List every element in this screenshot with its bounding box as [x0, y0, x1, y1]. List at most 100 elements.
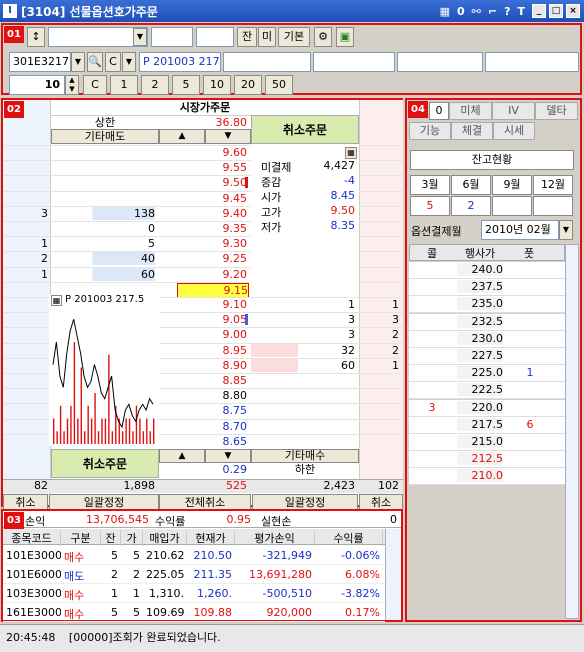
price-cell[interactable]: 9.00	[159, 328, 248, 341]
column-header[interactable]: 평가손익	[235, 530, 315, 546]
calendar-icon[interactable]: ▦	[345, 147, 357, 159]
positions-scrollbar[interactable]	[385, 529, 401, 620]
tab-0[interactable]: 0	[429, 102, 449, 120]
qty-button-5[interactable]: 5	[172, 75, 200, 95]
basic-button[interactable]: 기본	[278, 27, 310, 47]
option-row[interactable]: 237.5	[409, 279, 565, 297]
link-icon[interactable]: ⚯	[472, 5, 481, 18]
price-cell[interactable]: 8.85	[159, 374, 248, 387]
column-header[interactable]: 종목코드	[3, 530, 61, 546]
month-button[interactable]: 9월	[492, 175, 532, 195]
grid-icon[interactable]: ▦	[440, 5, 450, 18]
price-cell[interactable]: 9.55	[159, 161, 248, 174]
price-cell[interactable]: 8.80	[159, 389, 248, 402]
price-cell[interactable]: 9.40	[159, 207, 248, 220]
buy-qty-cell[interactable]: 60	[251, 358, 355, 372]
option-row[interactable]: 225.0 1	[409, 365, 565, 383]
price-cell[interactable]: 8.95	[159, 344, 248, 357]
tab-row2[interactable]: 체결	[451, 122, 493, 140]
bottom-down-button[interactable]: ▼	[205, 449, 251, 463]
sell-qty-cell[interactable]: 5	[51, 237, 155, 250]
tab-row1[interactable]: IV	[492, 102, 535, 120]
bracket-icon[interactable]: ⌐	[488, 5, 497, 18]
bottom-up-button[interactable]: ▲	[159, 449, 205, 463]
cancel-order-button[interactable]: 취소주문	[251, 115, 359, 144]
tab-row2[interactable]: 기능	[409, 122, 451, 140]
buy-qty-cell[interactable]: 1	[251, 298, 355, 311]
code-dropdown-icon[interactable]: ▼	[71, 52, 85, 72]
price-cell[interactable]: 9.10	[159, 298, 248, 311]
option-row[interactable]: 230.0	[409, 330, 565, 348]
price-cell[interactable]: 9.30	[159, 237, 248, 250]
option-row[interactable]: 235.0	[409, 296, 565, 314]
tab-row1[interactable]: 델타	[535, 102, 578, 120]
column-header[interactable]: 구분	[61, 530, 101, 546]
qty-button-10[interactable]: 10	[203, 75, 231, 95]
price-cell[interactable]: 9.05	[159, 313, 248, 326]
option-row[interactable]: 215.0	[409, 434, 565, 451]
column-header[interactable]: 가	[121, 530, 143, 546]
qty-button-1[interactable]: 1	[110, 75, 138, 95]
sell-qty-cell[interactable]: 138	[51, 206, 155, 220]
column-header[interactable]: 현재가	[187, 530, 235, 546]
quantity-stepper[interactable]: ▲ ▼	[65, 75, 79, 95]
scroll-up-button[interactable]: ▲	[159, 129, 205, 144]
cancel-order-button-bottom[interactable]: 취소주문	[51, 449, 159, 478]
option-row[interactable]: 3 220.0	[409, 399, 565, 417]
scroll-down-button[interactable]: ▼	[205, 129, 251, 144]
sell-qty-cell[interactable]: 60	[51, 267, 155, 281]
column-header[interactable]: 수익률	[315, 530, 383, 546]
other-buy-button[interactable]: 기타매수	[251, 449, 359, 463]
tab-row1[interactable]: 미체	[449, 102, 492, 120]
option-row[interactable]: 232.5	[409, 313, 565, 331]
price-cell[interactable]: 9.45	[159, 192, 248, 205]
code-spin-icon[interactable]: ▼	[122, 52, 136, 72]
call-put-button[interactable]: C	[105, 52, 121, 72]
other-sell-button[interactable]: 기타매도	[51, 129, 159, 144]
price-cell[interactable]: 9.35	[159, 222, 248, 235]
quantity-field[interactable]: 10	[9, 75, 65, 95]
column-header[interactable]: 매입가	[143, 530, 187, 546]
table-row[interactable]: 101E3000 매수 5 5 210.62 210.50 -321,949 -0.06%	[3, 546, 385, 565]
buy-qty-cell[interactable]: 3	[251, 313, 355, 326]
minimize-icon[interactable]: _	[532, 4, 546, 18]
balance-button[interactable]: 잔	[237, 27, 257, 47]
option-row[interactable]: 210.0	[409, 468, 565, 486]
option-column-header[interactable]: 콜	[409, 245, 455, 261]
option-row[interactable]: 222.5	[409, 382, 565, 400]
gear-icon[interactable]: ⚙	[314, 27, 332, 47]
maximize-icon[interactable]: □	[549, 4, 563, 18]
close-icon[interactable]: ×	[566, 4, 580, 18]
zero-icon[interactable]: 0	[457, 5, 465, 18]
month-button[interactable]: 3월	[410, 175, 450, 195]
buy-qty-cell[interactable]: 32	[251, 343, 355, 357]
help-icon[interactable]: ?	[504, 5, 510, 18]
export-icon[interactable]: ▣	[336, 27, 354, 47]
qty-button-2[interactable]: 2	[141, 75, 169, 95]
table-row[interactable]: 161E3000 매수 5 5 109.69 109.88 920,000 0.17%	[3, 603, 385, 622]
options-scrollbar[interactable]	[565, 244, 579, 619]
balance-status-button[interactable]: 잔고현황	[410, 150, 574, 170]
account-name-field[interactable]	[151, 27, 193, 47]
option-row[interactable]: 217.5 6	[409, 416, 565, 434]
contract-code-field[interactable]: 301E3217	[9, 52, 71, 72]
price-cell[interactable]: 8.65	[159, 435, 248, 448]
tab-row2[interactable]: 시세	[493, 122, 535, 140]
price-cell[interactable]: 8.70	[159, 420, 248, 433]
month-button[interactable]: 12월	[533, 175, 573, 195]
price-cell[interactable]: 9.60	[159, 146, 248, 159]
qty-button-20[interactable]: 20	[234, 75, 262, 95]
qty-button-50[interactable]: 50	[265, 75, 293, 95]
price-cell[interactable]: 9.50	[159, 176, 248, 189]
sell-qty-cell[interactable]: 0	[51, 222, 155, 235]
price-cell[interactable]: 8.90	[159, 359, 248, 372]
buy-qty-cell[interactable]: 3	[251, 328, 355, 341]
table-row[interactable]: 103E3000 매수 1 1 1,310. 1,260. -500,510 -3.82%	[3, 584, 385, 603]
option-row[interactable]: 240.0	[409, 262, 565, 279]
sell-qty-cell[interactable]: 40	[51, 252, 155, 266]
price-cell[interactable]: 9.15	[177, 282, 249, 298]
quantity-clear-button[interactable]: C	[83, 75, 107, 95]
price-cell[interactable]: 9.25	[159, 252, 248, 265]
option-row[interactable]: 227.5	[409, 348, 565, 365]
column-header[interactable]: 잔	[101, 530, 121, 546]
